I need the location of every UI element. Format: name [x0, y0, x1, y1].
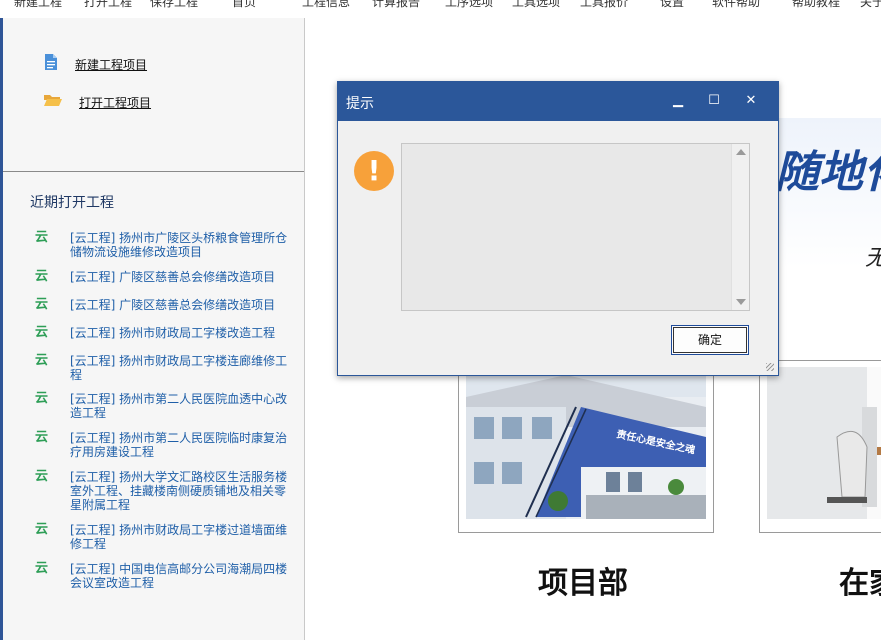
recent-projects-list: 云 [云工程] 扬州市广陵区头桥粮食管理所仓储物流设施维修改造项目 云 [云工程… — [35, 231, 297, 601]
home-card[interactable] — [759, 360, 881, 533]
home-label: 在家 — [839, 566, 881, 601]
recent-project-item[interactable]: 云 [云工程] 广陵区慈善总会修缮改造项目 — [35, 298, 297, 326]
warning-icon: ! — [354, 151, 394, 191]
maximize-icon[interactable]: ☐ — [704, 92, 724, 110]
recent-project-item[interactable]: 云 [云工程] 扬州市第二人民医院临时康复治疗用房建设工程 — [35, 431, 297, 470]
project-dept-photo: 责任心是安全之魂 — [466, 367, 706, 519]
recent-project-title: [云工程] 扬州市财政局工字楼改造工程 — [70, 326, 276, 340]
new-project-label: 新建工程项目 — [75, 57, 148, 72]
recent-project-item[interactable]: 云 [云工程] 扬州大学文汇路校区生活服务楼室外工程、挂藏楼南侧硬质铺地及相关零… — [35, 470, 297, 523]
recent-project-title: [云工程] 扬州市第二人民医院血透中心改造工程 — [70, 392, 288, 420]
recent-project-item[interactable]: 云 [云工程] 扬州市广陵区头桥粮食管理所仓储物流设施维修改造项目 — [35, 231, 297, 270]
menu-item-project-info[interactable]: 工程信息 — [302, 0, 350, 10]
open-project-label: 打开工程项目 — [79, 95, 152, 110]
home-office-photo — [767, 367, 881, 519]
message-scrollbar[interactable] — [731, 144, 749, 310]
menu-item-tools[interactable]: 工具选项 — [512, 0, 560, 10]
cloud-icon: 云 — [35, 469, 49, 484]
recent-project-item[interactable]: 云 [云工程] 广陵区慈善总会修缮改造项目 — [35, 270, 297, 298]
menu-item-settings[interactable]: 设置 — [660, 0, 684, 10]
dialog-title: 提示 — [346, 96, 374, 112]
new-project-link[interactable]: 新建工程项目 — [43, 54, 147, 74]
menu-item-report[interactable]: 计算报告 — [372, 0, 420, 10]
menu-item-save-project[interactable]: 保存工程 — [150, 0, 198, 10]
menu-item-open-project[interactable]: 打开工程 — [84, 0, 132, 10]
recent-project-title: [云工程] 广陵区慈善总会修缮改造项目 — [70, 270, 276, 284]
prompt-dialog: 提示 ▁ ☐ ✕ ! 确定 — [337, 81, 779, 376]
cloud-icon: 云 — [35, 230, 49, 245]
recent-project-title: [云工程] 扬州市财政局工字楼连廊维修工程 — [70, 354, 288, 382]
menu-item-quote[interactable]: 工具报价 — [580, 0, 628, 10]
recent-project-item[interactable]: 云 [云工程] 扬州市财政局工字楼连廊维修工程 — [35, 354, 297, 392]
message-textbox[interactable] — [401, 143, 750, 311]
cloud-icon: 云 — [35, 561, 49, 576]
recent-projects-heading: 近期打开工程 — [30, 195, 114, 211]
resize-grip-icon[interactable] — [766, 363, 774, 371]
dialog-titlebar[interactable]: 提示 ▁ ☐ ✕ — [338, 82, 778, 121]
cloud-icon: 云 — [35, 325, 49, 340]
document-icon — [43, 53, 59, 75]
cloud-icon: 云 — [35, 297, 49, 312]
menu-item-tutorial[interactable]: 帮助教程 — [792, 0, 840, 10]
recent-project-item[interactable]: 云 [云工程] 扬州市财政局工字楼过道墙面维修工程 — [35, 523, 297, 562]
scroll-up-arrow-icon[interactable] — [736, 149, 746, 155]
recent-project-title: [云工程] 扬州大学文汇路校区生活服务楼室外工程、挂藏楼南侧硬质铺地及相关零星附… — [70, 470, 288, 512]
minimize-icon[interactable]: ▁ — [668, 92, 688, 110]
recent-project-title: [云工程] 扬州市第二人民医院临时康复治疗用房建设工程 — [70, 431, 288, 459]
banner-subtitle: 无 — [865, 240, 881, 272]
menu-item-new-project[interactable]: 新建工程 — [14, 0, 62, 10]
recent-project-item[interactable]: 云 [云工程] 中国电信高邮分公司海潮局四楼会议室改造工程 — [35, 562, 297, 601]
folder-open-icon — [43, 92, 63, 112]
quick-actions: 新建工程项目 打开工程项目 — [3, 18, 304, 172]
recent-project-title: [云工程] 广陵区慈善总会修缮改造项目 — [70, 298, 276, 312]
scroll-down-arrow-icon[interactable] — [736, 299, 746, 305]
menu-item-home[interactable]: 首页 — [232, 0, 256, 10]
recent-project-title: [云工程] 扬州市财政局工字楼过道墙面维修工程 — [70, 523, 288, 551]
project-dept-label: 项目部 — [538, 566, 628, 601]
menu-item-about[interactable]: 关于 — [860, 0, 881, 10]
menu-item-help[interactable]: 软件帮助 — [712, 0, 760, 10]
cloud-icon: 云 — [35, 391, 49, 406]
menubar: 新建工程 打开工程 保存工程 首页 工程信息 计算报告 工序选项 工具选项 工具… — [0, 0, 881, 19]
cloud-icon: 云 — [35, 269, 49, 284]
recent-project-item[interactable]: 云 [云工程] 扬州市第二人民医院血透中心改造工程 — [35, 392, 297, 431]
cloud-icon: 云 — [35, 522, 49, 537]
menu-item-process[interactable]: 工序选项 — [445, 0, 493, 10]
ok-button[interactable]: 确定 — [671, 325, 749, 355]
recent-project-item[interactable]: 云 [云工程] 扬州市财政局工字楼改造工程 — [35, 326, 297, 354]
project-dept-card[interactable]: 责任心是安全之魂 — [458, 360, 714, 533]
open-project-link[interactable]: 打开工程项目 — [43, 92, 151, 112]
cloud-icon: 云 — [35, 353, 49, 368]
banner-slogan: 随地化 — [775, 147, 881, 198]
cloud-icon: 云 — [35, 430, 49, 445]
close-icon[interactable]: ✕ — [741, 92, 761, 110]
sidebar: 新建工程项目 打开工程项目 近期打开工程 云 [云工程] 扬州市广陵区头桥粮食管… — [3, 18, 305, 640]
recent-project-title: [云工程] 中国电信高邮分公司海潮局四楼会议室改造工程 — [70, 562, 288, 590]
recent-project-title: [云工程] 扬州市广陵区头桥粮食管理所仓储物流设施维修改造项目 — [70, 231, 288, 259]
